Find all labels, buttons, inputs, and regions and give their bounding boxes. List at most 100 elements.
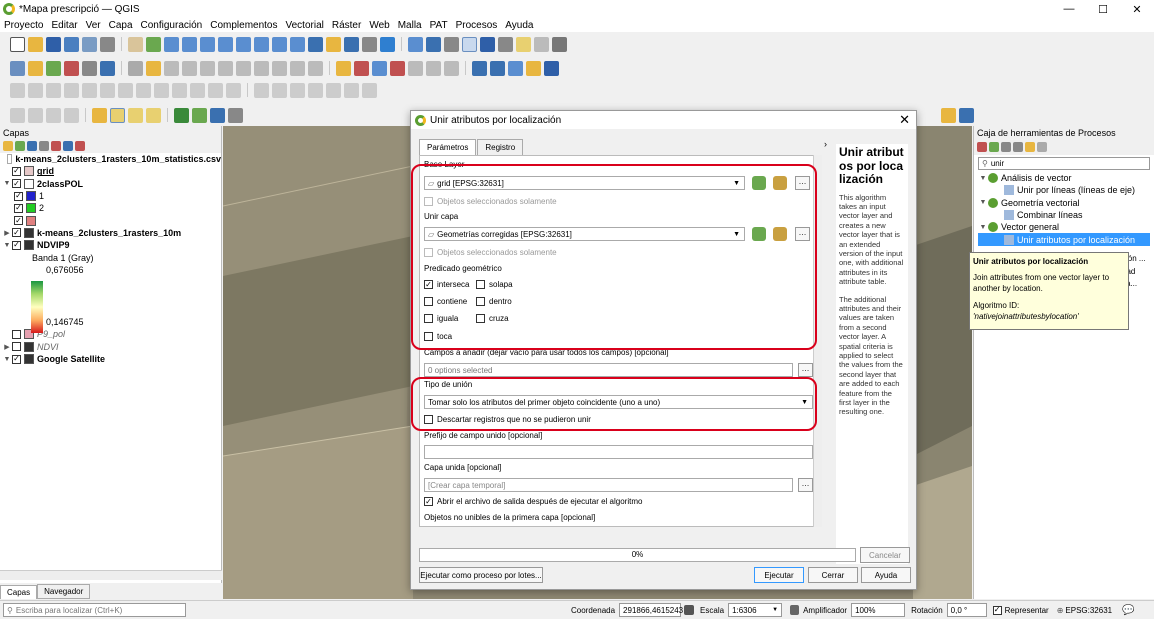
add-ring-icon[interactable] [64,82,79,98]
temporal-icon[interactable] [362,36,377,52]
crs-button[interactable]: EPSG:32631 [1065,606,1112,615]
menu-procesos[interactable]: Procesos [456,20,498,31]
close-button[interactable]: Cerrar [808,567,858,583]
circle-icon[interactable] [308,82,323,98]
zoom-native-icon[interactable] [254,36,269,52]
web-service-icon[interactable] [490,60,505,76]
toolbox-algorithm[interactable]: Unir por líneas (líneas de eje) [978,184,1154,196]
prefix-input[interactable] [424,445,813,459]
toggle-editing-icon[interactable] [146,60,161,76]
plugin-blue-icon[interactable] [210,107,225,123]
layer-row[interactable]: ▶ NDVI [2,341,221,353]
toolbox-group[interactable]: ▼ Análisis de vector [978,172,1154,184]
attribute-table-icon[interactable] [426,36,441,52]
new-spatialite-icon[interactable] [82,60,97,76]
cut-icon[interactable] [236,60,251,76]
menu-editar[interactable]: Editar [51,20,77,31]
style-icon[interactable] [3,141,13,151]
remove-layer-icon[interactable] [75,141,85,151]
collapse-all-icon[interactable] [63,141,73,151]
render-checkbox[interactable]: ✓ [992,605,1002,615]
mesh-force-icon[interactable] [64,107,79,123]
processing-toolbox-icon[interactable] [462,36,477,52]
bookmark-icon[interactable] [326,36,341,52]
delete-selected-icon[interactable] [218,60,233,76]
fields-browse-button[interactable]: … [798,363,813,377]
python-console-icon[interactable] [508,60,523,76]
save-edits-icon[interactable] [164,60,179,76]
annotation-icon[interactable] [516,36,531,52]
output-browse-button[interactable]: … [798,478,813,492]
expand-all-icon[interactable] [51,141,61,151]
redo-icon[interactable] [308,60,323,76]
undo-icon[interactable] [290,60,305,76]
run-button[interactable]: Ejecutar [754,567,804,583]
tab-registro[interactable]: Registro [477,139,524,156]
mouse-coords-icon[interactable] [684,605,695,615]
new-map-view-icon[interactable] [308,36,323,52]
lock-icon[interactable] [790,605,800,615]
show-bookmarks-icon[interactable] [344,36,359,52]
minimize-button[interactable]: — [1052,3,1086,16]
open-output-checkbox[interactable]: ✓ Abrir el archivo de salida después de e… [424,497,642,506]
menu-complementos[interactable]: Complementos [210,20,277,31]
menu-configuracion[interactable]: Configuración [141,20,203,31]
scale-combo[interactable]: 1:6306 ▼ [728,603,783,617]
zoom-layer-icon[interactable] [236,36,251,52]
new-project-icon[interactable] [10,36,25,52]
maximize-button[interactable]: ☐ [1086,3,1120,16]
results-icon[interactable] [1013,142,1023,152]
menu-pat[interactable]: PAT [430,20,448,31]
select-by-area-icon[interactable] [110,107,125,123]
refresh-icon[interactable] [380,36,395,52]
snapping-icon[interactable] [254,82,269,98]
menu-malla[interactable]: Malla [398,20,422,31]
pan-to-selection-icon[interactable] [146,36,161,52]
add-group-icon[interactable] [15,141,25,151]
layout-manager-icon[interactable] [100,36,115,52]
mesh-select-icon[interactable] [28,107,43,123]
plugin-icon[interactable] [526,60,541,76]
new-temp-layer-icon[interactable] [64,60,79,76]
plugin-grey-icon[interactable] [228,107,243,123]
legend-item[interactable]: ✓ 1 [2,190,221,202]
magnifier-input[interactable]: 100% [851,603,906,617]
merge-features-icon[interactable] [226,82,241,98]
statistics-sigma-icon[interactable] [480,36,495,52]
label-change-icon[interactable] [426,60,441,76]
coordinate-input[interactable]: 291866,4615243 [619,603,683,617]
toolbox-algorithm-selected[interactable]: Unir atributos por localización [978,233,1150,246]
fill-ring-icon[interactable] [100,82,115,98]
layer-row[interactable]: ▼ ✓ Google Satellite [2,353,221,365]
save-as-icon[interactable] [64,36,79,52]
zoom-next-icon[interactable] [290,36,305,52]
tab-navegador[interactable]: Navegador [37,584,91,599]
legend-item[interactable]: ✓ [2,214,221,226]
rotation-input[interactable]: 0,0 ° [946,603,987,617]
deselect-icon[interactable] [146,107,161,123]
new-geopackage-icon[interactable] [28,60,43,76]
save-project-icon[interactable] [46,36,61,52]
menu-web[interactable]: Web [369,20,389,31]
menu-ayuda[interactable]: Ayuda [505,20,533,31]
identify-icon[interactable] [408,36,423,52]
pan-icon[interactable] [128,36,143,52]
polygon-icon[interactable] [344,82,359,98]
help-icon[interactable] [544,60,559,76]
offset-curve-icon[interactable] [172,82,187,98]
add-part-icon[interactable] [82,82,97,98]
zoom-out-icon[interactable] [182,36,197,52]
globe-icon[interactable] [472,60,487,76]
paste-icon[interactable] [272,60,287,76]
plugin-wand-icon[interactable] [192,107,207,123]
label-move-icon[interactable] [390,60,405,76]
tracing-icon[interactable] [272,82,287,98]
ellipse-icon[interactable] [362,82,377,98]
measure-icon[interactable] [498,36,513,52]
toolbox-algorithm[interactable]: Combinar líneas [978,209,1154,221]
split-features-icon[interactable] [190,82,205,98]
shape-digitize-icon[interactable] [290,82,305,98]
print-layout-icon[interactable] [82,36,97,52]
tab-capas[interactable]: Capas [0,585,38,599]
text-annotation-icon[interactable] [552,36,567,52]
